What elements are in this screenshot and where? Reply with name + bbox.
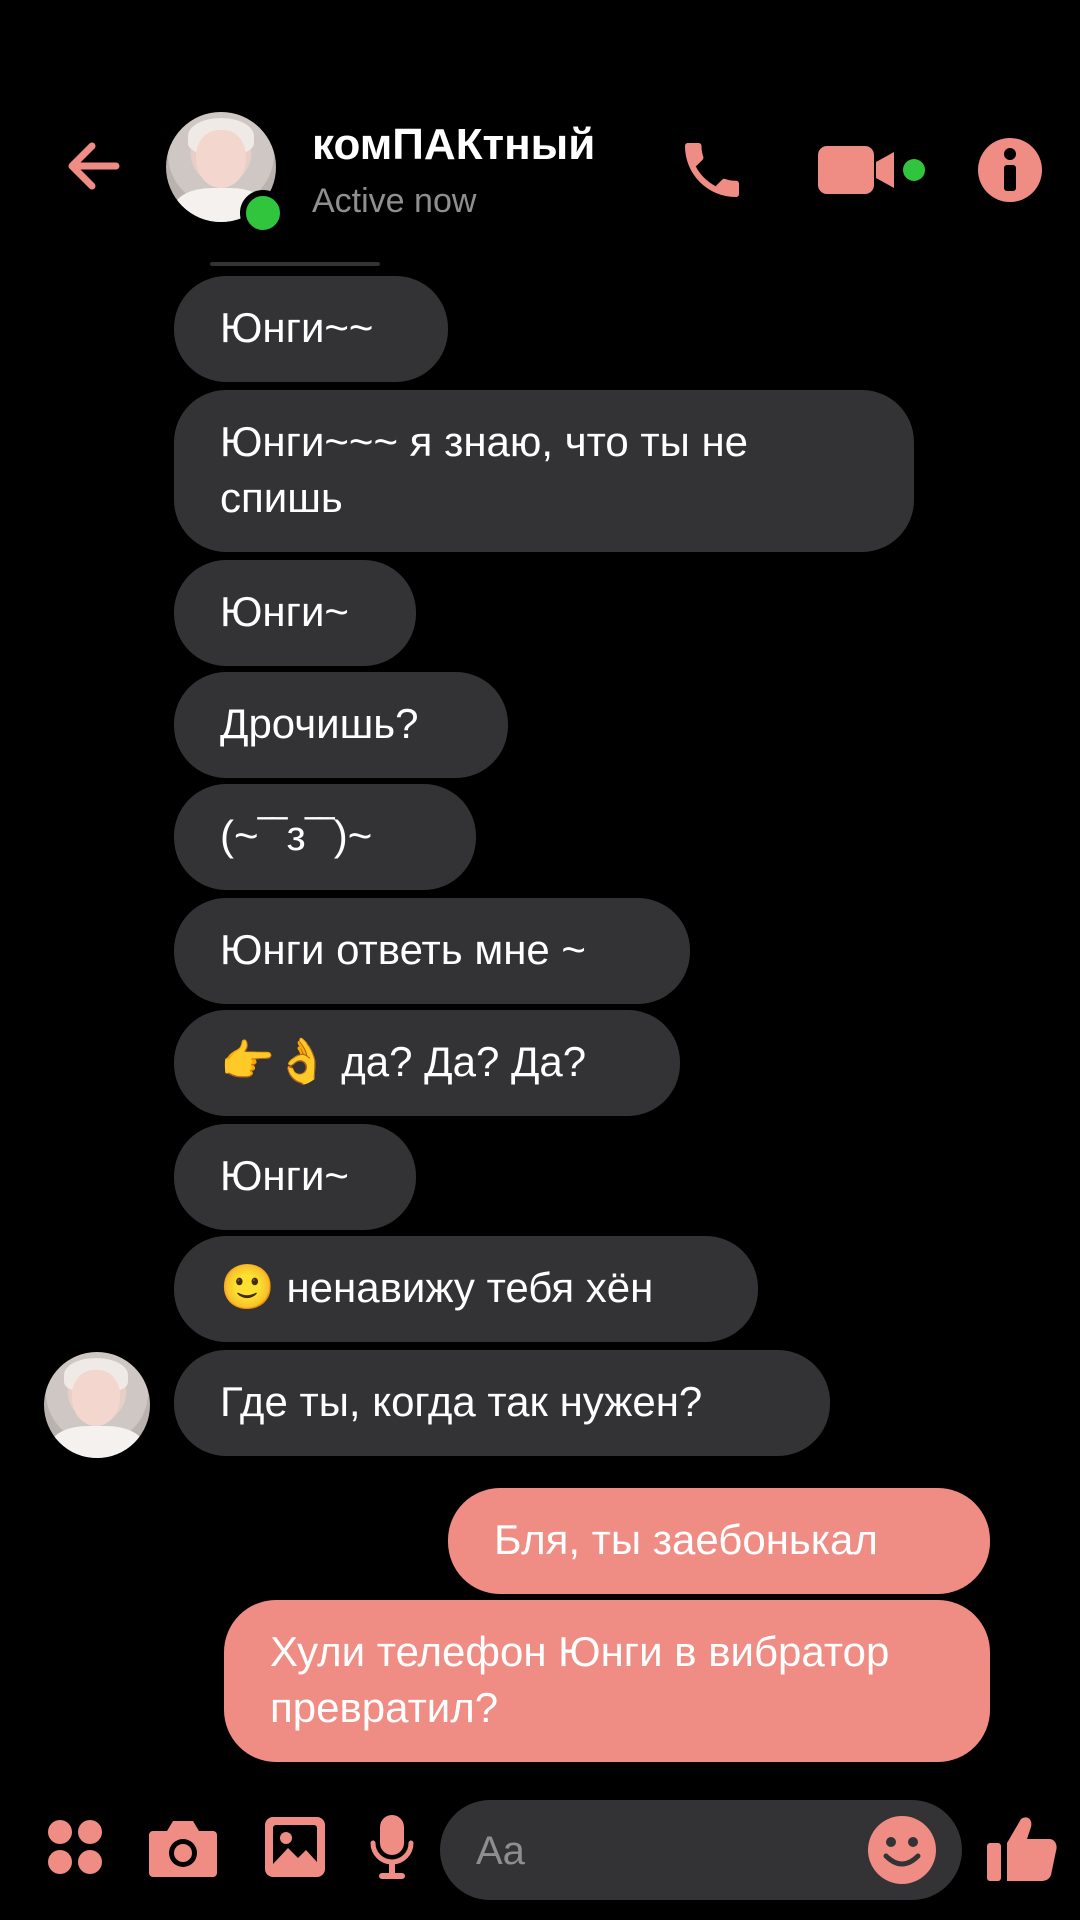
message-text: Бля, ты заебонькал [494,1516,878,1563]
thumbs-up-icon [987,1817,1057,1881]
message-text: ненавижу тебя хён [274,1264,654,1311]
message-bubble-incoming[interactable]: Юнги ответь мне ~ [174,898,690,1004]
message-bubble-incoming[interactable]: (~‾‾з‾‾)~ [174,784,476,890]
chat-header: комПАКтный Active now [0,90,1080,250]
microphone-icon [370,1815,414,1879]
online-indicator [240,190,286,236]
pointing-ok-emoji: 👉👌 [220,1037,330,1086]
phone-icon [685,143,739,197]
voice-message-button[interactable] [364,1810,420,1884]
contact-name[interactable]: комПАКтный [312,120,595,170]
message-bubble-incoming[interactable]: Дрочишь? [174,672,508,778]
video-call-button[interactable] [814,136,934,204]
message-text: Где ты, когда так нужен? [220,1378,703,1425]
messenger-chat-screen: комПАКтный Active now Юнги~~ Юнги~~~ я з… [0,0,1080,1920]
voice-call-button[interactable] [670,128,754,212]
message-text: Юнги~ [220,1152,349,1199]
video-camera-icon [818,146,925,194]
message-text: Юнги~~ [220,304,374,351]
message-bubble-outgoing[interactable]: Хули телефон Юнги в вибратор превратил? [224,1600,990,1762]
more-actions-button[interactable] [42,1814,108,1880]
message-bubble-incoming[interactable]: Юнги~~~ я знаю, что ты не спишь [174,390,914,552]
message-bubble-outgoing[interactable]: Бля, ты заебонькал [448,1488,990,1594]
message-text: Дрочишь? [220,700,419,747]
message-text: да? Да? Да? [329,1038,587,1085]
message-bubble-incoming[interactable]: 👉👌 да? Да? Да? [174,1010,680,1116]
menu-dots-icon [48,1820,102,1874]
message-text: Хули телефон Юнги в вибратор превратил? [270,1628,890,1731]
message-bubble-incoming[interactable]: Где ты, когда так нужен? [174,1350,830,1456]
message-text: Юнги ответь мне ~ [220,926,586,973]
gallery-button[interactable] [258,1810,332,1884]
camera-button[interactable] [146,1810,220,1884]
message-bubble-incoming[interactable]: Юнги~~ [174,276,448,382]
info-button[interactable] [968,128,1052,212]
contact-status: Active now [312,182,477,220]
send-like-button[interactable] [982,1808,1062,1888]
message-text: Юнги~~~ я знаю, что ты не спишь [220,418,749,521]
emoji-icon [868,1816,936,1884]
back-button[interactable] [58,130,130,202]
message-bubble-incoming[interactable]: Юнги~ [174,1124,416,1230]
message-bubble-incoming[interactable]: 🙂 ненавижу тебя хён [174,1236,758,1342]
camera-icon [149,1821,217,1877]
message-text: (~‾‾з‾‾)~ [220,812,373,859]
previous-message-edge [210,262,380,266]
info-icon [978,138,1042,202]
smile-emoji: 🙂 [220,1263,275,1312]
sender-avatar[interactable] [44,1352,150,1458]
emoji-button[interactable] [864,1812,940,1888]
message-input-container [440,1800,962,1902]
message-composer [0,1790,1080,1920]
back-arrow-icon [68,142,120,190]
gallery-icon [265,1817,325,1877]
message-bubble-incoming[interactable]: Юнги~ [174,560,416,666]
message-input[interactable] [474,1800,858,1902]
message-text: Юнги~ [220,588,349,635]
